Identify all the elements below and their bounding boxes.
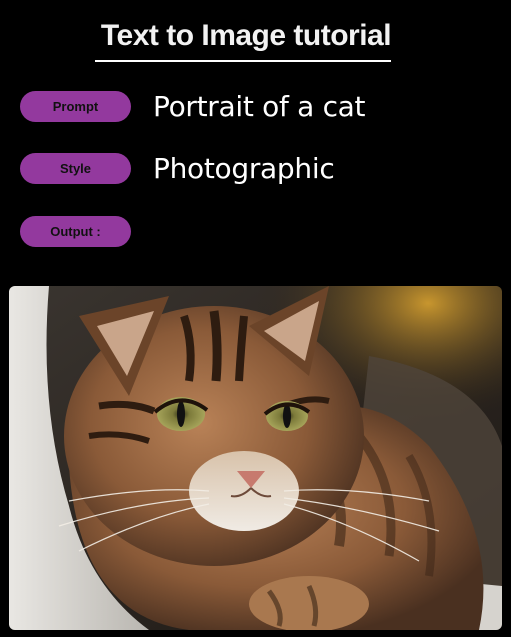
style-row: Style Photographic <box>20 152 335 185</box>
output-label-pill: Output : <box>20 216 131 247</box>
prompt-value: Portrait of a cat <box>153 90 366 123</box>
title-underline <box>95 60 391 62</box>
style-value: Photographic <box>153 152 335 185</box>
page-title: Text to Image tutorial <box>100 19 392 52</box>
output-row: Output : <box>20 216 131 247</box>
prompt-row: Prompt Portrait of a cat <box>20 90 366 123</box>
output-cat-image <box>9 286 502 630</box>
style-label-pill: Style <box>20 153 131 184</box>
prompt-label-pill: Prompt <box>20 91 131 122</box>
